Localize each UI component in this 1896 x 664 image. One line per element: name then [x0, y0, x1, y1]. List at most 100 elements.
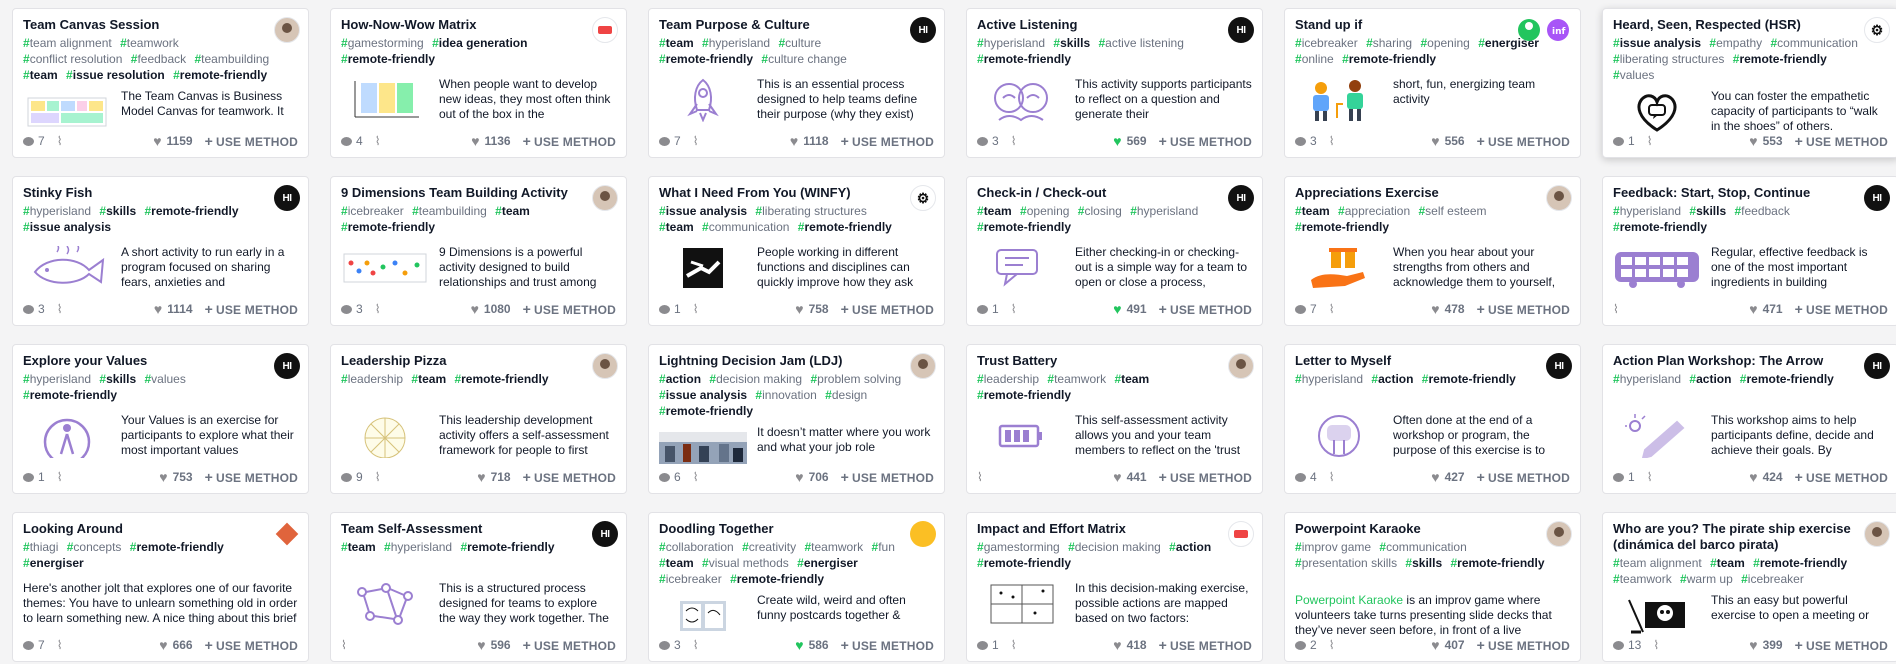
hyper-island-avatar[interactable]: HI [1864, 353, 1890, 379]
tag[interactable]: #hyperisland [1613, 204, 1681, 218]
tag[interactable]: #leadership [341, 372, 403, 386]
card-title[interactable]: Looking Around [23, 521, 298, 537]
attachment-icon[interactable]: ⌇ [341, 638, 347, 652]
author-avatar[interactable] [1228, 521, 1254, 547]
method-card[interactable]: Who are you? The pirate ship exercise (d… [1602, 512, 1896, 662]
tag[interactable]: #remote-friendly [1450, 556, 1544, 570]
tag[interactable]: #decision making [709, 372, 802, 386]
tag[interactable]: #remote-friendly [130, 540, 224, 554]
hyper-island-avatar[interactable]: HI [1228, 185, 1254, 211]
tag[interactable]: #remote-friendly [460, 540, 554, 554]
use-method-button[interactable]: + USE METHOD [523, 133, 616, 149]
use-method-button[interactable]: + USE METHOD [841, 133, 934, 149]
tag[interactable]: #hyperisland [1130, 204, 1198, 218]
card-title[interactable]: Doodling Together [659, 521, 934, 537]
method-card[interactable]: Explore your Values HI #hyperisland #skill… [12, 344, 309, 494]
author-avatar[interactable] [274, 17, 300, 43]
use-method-button[interactable]: + USE METHOD [1795, 301, 1888, 317]
tag[interactable]: #skills [99, 372, 136, 386]
like-button[interactable]: ♥ 1118 [790, 134, 829, 148]
like-button[interactable]: ♥ 758 [795, 302, 828, 316]
comments[interactable]: 7 [659, 134, 681, 148]
tag[interactable]: #energiser [23, 556, 84, 570]
like-button[interactable]: ♥ 418 [1113, 638, 1146, 652]
tag[interactable]: #energiser [797, 556, 858, 570]
tag[interactable]: #remote-friendly [1613, 220, 1707, 234]
attachment-icon[interactable]: ⌇ [1647, 134, 1653, 148]
use-method-button[interactable]: + USE METHOD [523, 469, 616, 485]
like-button[interactable]: ♥ 407 [1431, 638, 1464, 652]
method-card[interactable]: Powerpoint Karaoke #improv game #communic… [1284, 512, 1581, 662]
use-method-button[interactable]: + USE METHOD [1159, 637, 1252, 653]
tag[interactable]: #teambuilding [194, 52, 269, 66]
comments[interactable]: 3 [1295, 134, 1317, 148]
tag[interactable]: #warm up [1680, 572, 1733, 586]
tag[interactable]: #appreciation [1338, 204, 1410, 218]
tag[interactable]: #icebreaker [1741, 572, 1804, 586]
attachment-icon[interactable]: ⌇ [693, 470, 699, 484]
use-method-button[interactable]: + USE METHOD [205, 133, 298, 149]
tag[interactable]: #skills [1053, 36, 1090, 50]
author-avatar[interactable] [1228, 353, 1254, 379]
tag[interactable]: #remote-friendly [977, 388, 1071, 402]
hyper-island-avatar[interactable]: HI [1864, 185, 1890, 211]
tag[interactable]: #issue analysis [659, 204, 747, 218]
comments[interactable]: 1 [977, 302, 999, 316]
tag[interactable]: #opening [1420, 36, 1469, 50]
tag[interactable]: #visual methods [702, 556, 789, 570]
like-button[interactable]: ♥ 478 [1431, 302, 1464, 316]
tag[interactable]: #feedback [131, 52, 186, 66]
tag[interactable]: #active listening [1098, 36, 1183, 50]
tag[interactable]: #gamestorming [977, 540, 1060, 554]
like-button[interactable]: ♥ 424 [1749, 470, 1782, 484]
tag[interactable]: #hyperisland [702, 36, 770, 50]
tag[interactable]: #values [144, 372, 185, 386]
use-method-button[interactable]: + USE METHOD [205, 301, 298, 317]
tag[interactable]: #remote-friendly [977, 52, 1071, 66]
tag[interactable]: #skills [99, 204, 136, 218]
author-avatar[interactable] [1864, 521, 1890, 547]
hyper-island-avatar[interactable]: HI [1546, 353, 1572, 379]
use-method-button[interactable]: + USE METHOD [1477, 637, 1570, 653]
attachment-icon[interactable]: ⌇ [1011, 134, 1017, 148]
tag[interactable]: #empathy [1709, 36, 1762, 50]
tag[interactable]: #team [1114, 372, 1149, 386]
tag[interactable]: #idea generation [432, 36, 527, 50]
like-button[interactable]: ♥ 1080 [471, 302, 511, 316]
card-title[interactable]: Check-in / Check-out [977, 185, 1252, 201]
tag[interactable]: #skills [1405, 556, 1442, 570]
use-method-button[interactable]: + USE METHOD [523, 301, 616, 317]
tag[interactable]: #online [1295, 52, 1334, 66]
tag[interactable]: #team [977, 204, 1012, 218]
card-title[interactable]: Action Plan Workshop: The Arrow [1613, 353, 1888, 369]
tag[interactable]: #remote-friendly [798, 220, 892, 234]
like-button[interactable]: ♥ 569 [1113, 134, 1146, 148]
attachment-icon[interactable]: ⌇ [375, 302, 381, 316]
hyper-island-avatar[interactable]: HI [910, 17, 936, 43]
tag[interactable]: #remote-friendly [1342, 52, 1436, 66]
card-title[interactable]: Impact and Effort Matrix [977, 521, 1252, 537]
author-avatar[interactable]: ⚙ [1864, 17, 1890, 43]
card-title[interactable]: Heard, Seen, Respected (HSR) [1613, 17, 1888, 33]
tag[interactable]: #remote-friendly [23, 388, 117, 402]
tag[interactable]: #design [825, 388, 867, 402]
like-button[interactable]: ♥ 399 [1749, 638, 1782, 652]
card-title[interactable]: Leadership Pizza [341, 353, 616, 369]
attachment-icon[interactable]: ⌇ [1653, 638, 1659, 652]
comments[interactable]: 1 [1613, 134, 1635, 148]
like-button[interactable]: ♥ 441 [1113, 470, 1146, 484]
attachment-icon[interactable]: ⌇ [57, 134, 63, 148]
author-avatar[interactable] [592, 353, 618, 379]
tag[interactable]: #collaboration [659, 540, 734, 554]
like-button[interactable]: ♥ 1114 [154, 302, 193, 316]
use-method-button[interactable]: + USE METHOD [205, 469, 298, 485]
card-title[interactable]: Team Purpose & Culture [659, 17, 934, 33]
tag[interactable]: #issue analysis [1613, 36, 1701, 50]
tag[interactable]: #remote-friendly [341, 220, 435, 234]
tag[interactable]: #remote-friendly [977, 220, 1071, 234]
author-avatar[interactable]: ⚙ [910, 185, 936, 211]
use-method-button[interactable]: + USE METHOD [1477, 301, 1570, 317]
method-card[interactable]: Team Self-Assessment HI #team #hyperisland… [330, 512, 627, 662]
tag[interactable]: #remote-friendly [730, 572, 824, 586]
tag[interactable]: #remote-friendly [1422, 372, 1516, 386]
